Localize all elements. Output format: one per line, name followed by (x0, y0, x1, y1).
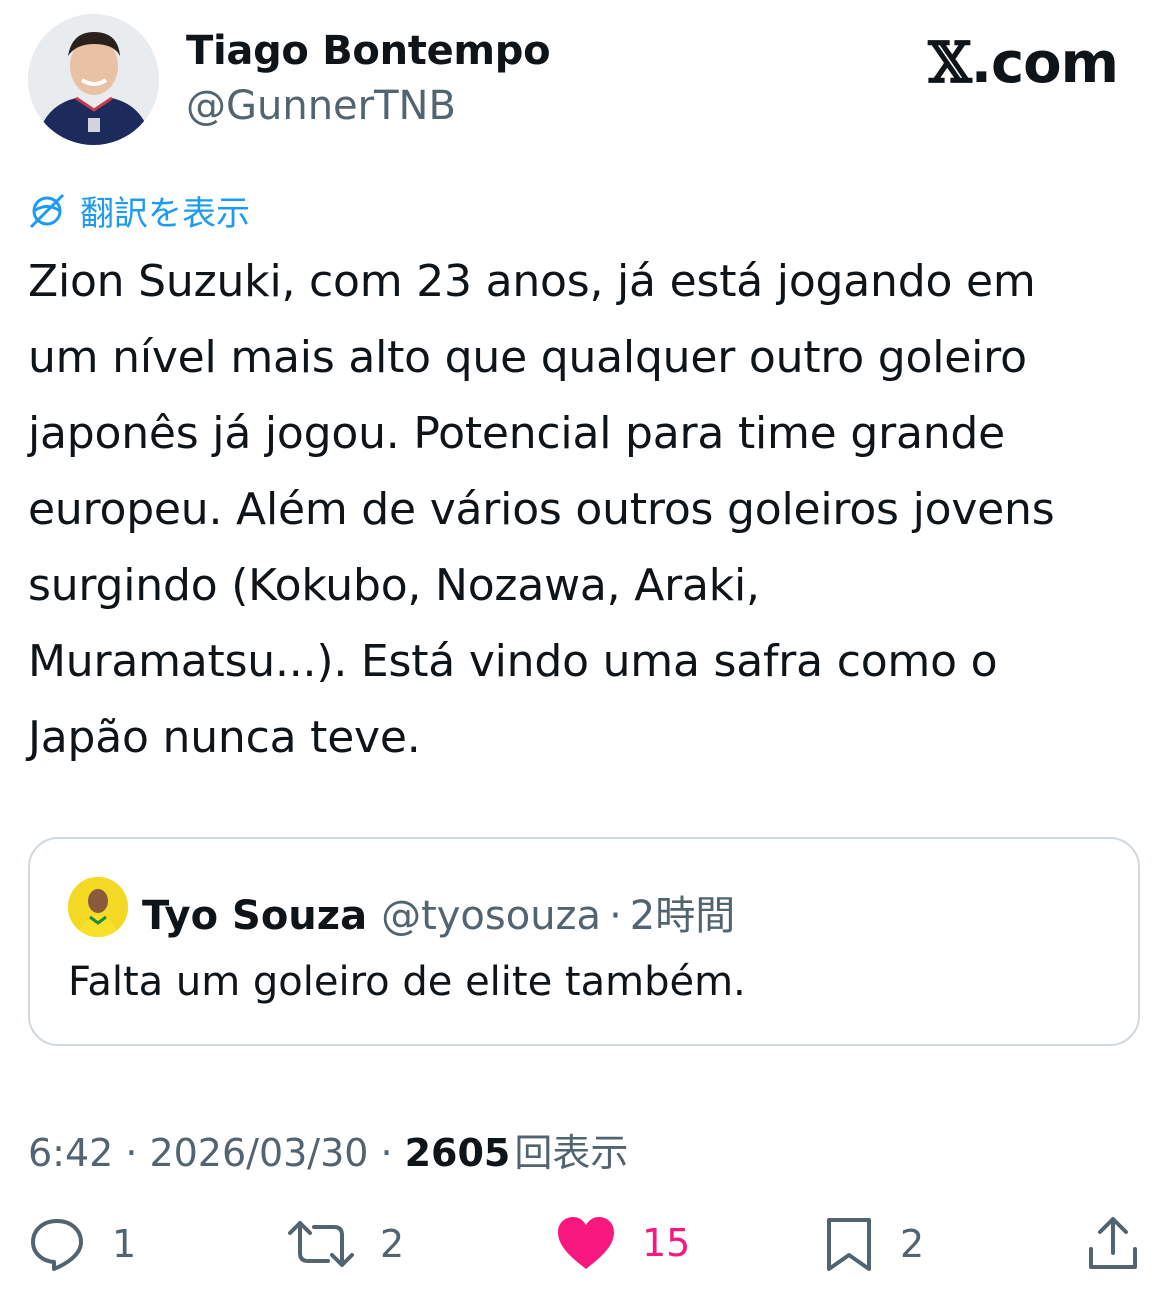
tweet-time[interactable]: 6:42 (28, 1131, 113, 1175)
translate-globe-icon (28, 192, 66, 230)
retweet-icon (288, 1215, 354, 1273)
author-handle[interactable]: @GunnerTNB (186, 83, 456, 129)
meta-separator: · (125, 1131, 138, 1175)
bookmark-icon (824, 1215, 874, 1273)
meta-separator: · (380, 1131, 393, 1175)
x-logo-suffix: .com (970, 31, 1119, 96)
quoted-tweet-time[interactable]: 2時間 (630, 883, 735, 941)
tweet-text: Zion Suzuki, com 23 anos, já está jogand… (28, 256, 1055, 763)
bookmark-count: 2 (900, 1222, 925, 1266)
author-display-name[interactable]: Tiago Bontempo (186, 28, 551, 74)
reply-icon (28, 1215, 86, 1273)
like-count: 15 (642, 1221, 691, 1265)
show-translation-label: 翻訳を表示 (80, 194, 250, 234)
quoted-tweet-header: Tyo Souza @tyosouza · 2時間 (142, 883, 735, 941)
quoted-author-handle[interactable]: @tyosouza (381, 893, 601, 939)
quoted-separator: · (609, 893, 622, 939)
tweet-meta: 6:42 · 2026/03/30 · 2605 回表示 (28, 1122, 628, 1177)
share-button[interactable] (1086, 1215, 1140, 1273)
quoted-tweet-text: Falta um goleiro de elite também. (68, 959, 746, 1005)
share-icon (1086, 1215, 1140, 1273)
reply-button[interactable]: 1 (28, 1215, 136, 1273)
view-count-label: 回表示 (514, 1131, 629, 1175)
view-count: 2605 (404, 1131, 511, 1175)
x-logo-mark: 𝕏 (928, 30, 971, 96)
quoted-tweet-card[interactable]: Tyo Souza @tyosouza · 2時間 Falta um golei… (28, 837, 1140, 1046)
show-translation-link[interactable]: 翻訳を表示 (28, 186, 250, 235)
tweet-date[interactable]: 2026/03/30 (149, 1131, 368, 1175)
bookmark-button[interactable]: 2 (824, 1215, 924, 1273)
quoted-author-avatar[interactable] (68, 877, 128, 937)
retweet-count: 2 (380, 1222, 405, 1266)
x-com-logo: 𝕏.com (928, 30, 1119, 96)
author-avatar[interactable] (28, 14, 159, 145)
retweet-button[interactable]: 2 (288, 1215, 404, 1273)
heart-icon (556, 1215, 616, 1271)
quoted-author-name[interactable]: Tyo Souza (142, 893, 367, 939)
reply-count: 1 (112, 1222, 137, 1266)
like-button[interactable]: 15 (556, 1215, 690, 1271)
